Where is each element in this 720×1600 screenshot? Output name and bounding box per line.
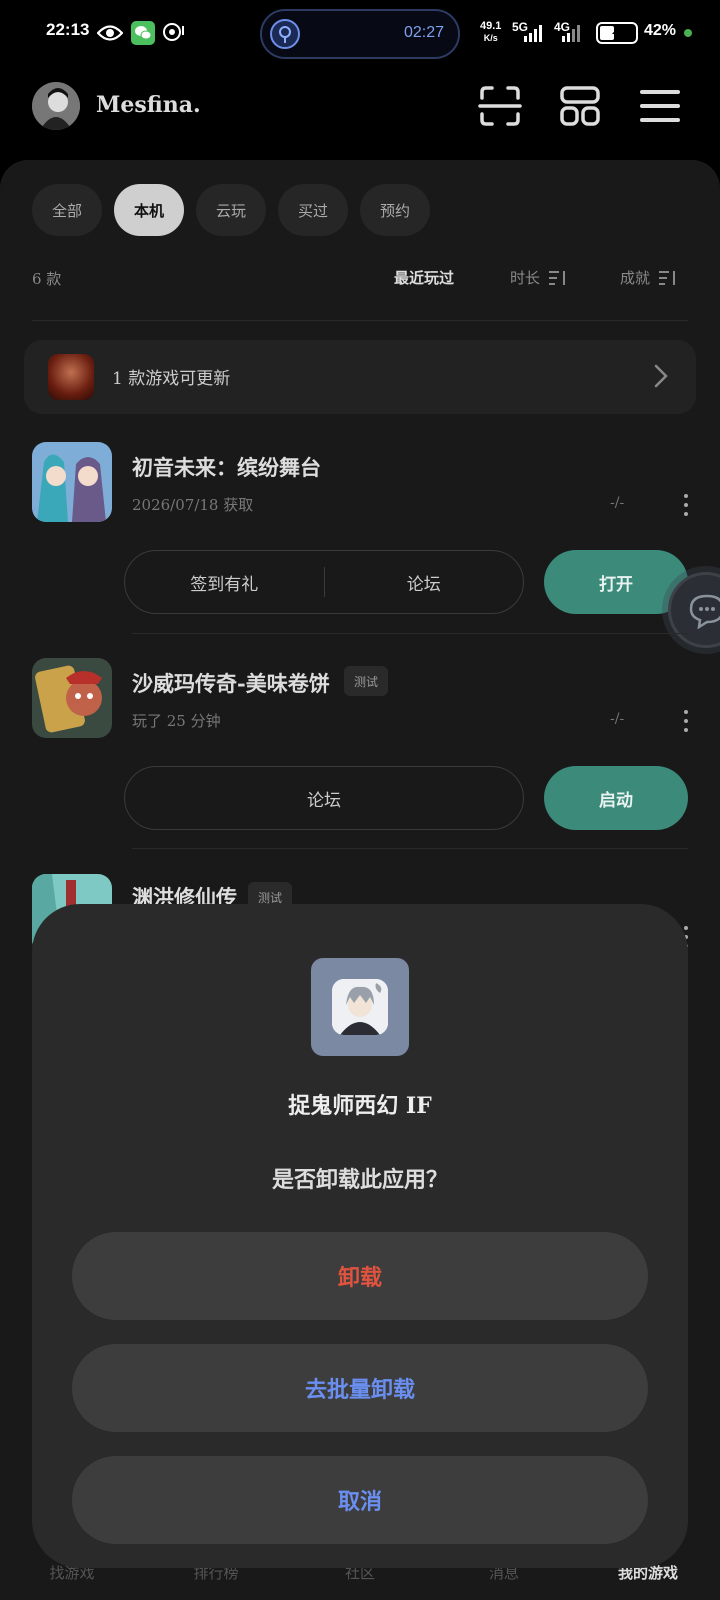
forum-button[interactable]: 论坛 <box>124 766 524 830</box>
game-subtitle: 玩了 25 分钟 <box>132 712 221 730</box>
signal-5g-icon <box>518 22 546 48</box>
dialog-app-name: 捉鬼师西幻 IF <box>288 1093 432 1119</box>
status-bar: 22:13 02:27 49.1 K/s 5G 4G 42% <box>0 0 720 66</box>
more-options-icon[interactable] <box>682 494 690 516</box>
dynamic-island-timer[interactable]: 02:27 <box>260 9 460 59</box>
update-game-thumbnail <box>48 354 94 400</box>
menu-icon[interactable] <box>638 84 682 128</box>
avatar[interactable] <box>32 82 80 130</box>
update-banner[interactable]: 1 款游戏可更新 <box>24 340 696 414</box>
eye-icon <box>96 20 124 46</box>
batch-uninstall-button[interactable]: 去批量卸载 <box>72 1344 648 1432</box>
dialog-question: 是否卸载此应用？ <box>271 1167 448 1193</box>
forum-button[interactable]: 论坛 <box>325 570 524 595</box>
layout-grid-icon[interactable] <box>558 84 602 128</box>
signal-4g-icon <box>558 22 586 48</box>
game-title[interactable]: 沙威玛传奇-美味卷饼 <box>132 668 330 698</box>
filter-chip-local[interactable]: 本机 <box>114 184 184 236</box>
test-badge: 测试 <box>344 666 389 696</box>
game-thumbnail[interactable] <box>32 442 112 522</box>
app-icon <box>332 979 388 1035</box>
divider <box>32 320 688 321</box>
filter-chip-reserved[interactable]: 预约 <box>360 184 430 236</box>
game-title[interactable]: 初音未来：缤纷舞台 <box>132 452 321 482</box>
net-speed-value: 49.1 <box>480 20 502 32</box>
net-speed-unit: K/s <box>483 33 498 43</box>
sort-recent-label: 最近玩过 <box>394 269 455 287</box>
pill-time: 02:27 <box>403 24 444 41</box>
game-actions-group: 签到有礼 论坛 <box>124 550 524 614</box>
cancel-button[interactable]: 取消 <box>72 1456 648 1544</box>
uninstall-button[interactable]: 卸载 <box>72 1232 648 1320</box>
achievement-progress: -/- <box>610 711 625 727</box>
battery-icon <box>596 22 638 44</box>
sort-achievement-label: 成就 <box>620 269 651 287</box>
username[interactable]: Mesfina. <box>96 92 201 118</box>
status-time: 22:13 <box>46 20 90 39</box>
filter-chip-all[interactable]: 全部 <box>32 184 102 236</box>
location-icon <box>270 19 300 49</box>
net-speed: 49.1 K/s <box>480 20 501 44</box>
achievement-progress: -/- <box>610 495 625 511</box>
sort-icon <box>659 270 676 285</box>
uninstall-dialog: 捉鬼师西幻 IF 是否卸载此应用？ 卸载 去批量卸载 取消 <box>32 904 688 1568</box>
privacy-indicator <box>684 29 692 37</box>
scan-icon[interactable] <box>478 84 522 128</box>
update-banner-text: 1 款游戏可更新 <box>112 369 231 389</box>
divider <box>132 633 688 634</box>
launch-game-button[interactable]: 启动 <box>544 766 688 830</box>
wechat-icon <box>130 20 156 46</box>
game-subtitle: 2026/07/18 获取 <box>132 496 254 514</box>
sort-recent[interactable]: 最近玩过 <box>394 267 454 288</box>
notification-icon <box>160 20 186 46</box>
divider <box>132 848 688 849</box>
more-options-icon[interactable] <box>682 710 690 732</box>
sort-duration[interactable]: 时长 <box>510 267 568 288</box>
sort-achievement[interactable]: 成就 <box>620 267 678 288</box>
app-icon-frame <box>311 958 409 1056</box>
sort-icon <box>549 270 566 285</box>
battery-percent: 42% <box>644 22 677 39</box>
filter-chip-purchased[interactable]: 买过 <box>278 184 348 236</box>
chevron-right-icon <box>654 364 668 388</box>
open-game-button[interactable]: 打开 <box>544 550 688 614</box>
filter-chip-cloud[interactable]: 云玩 <box>196 184 266 236</box>
game-count: 6 款 <box>32 270 62 288</box>
sort-duration-label: 时长 <box>510 269 541 287</box>
game-thumbnail[interactable] <box>32 658 112 738</box>
checkin-reward-button[interactable]: 签到有礼 <box>125 570 324 595</box>
